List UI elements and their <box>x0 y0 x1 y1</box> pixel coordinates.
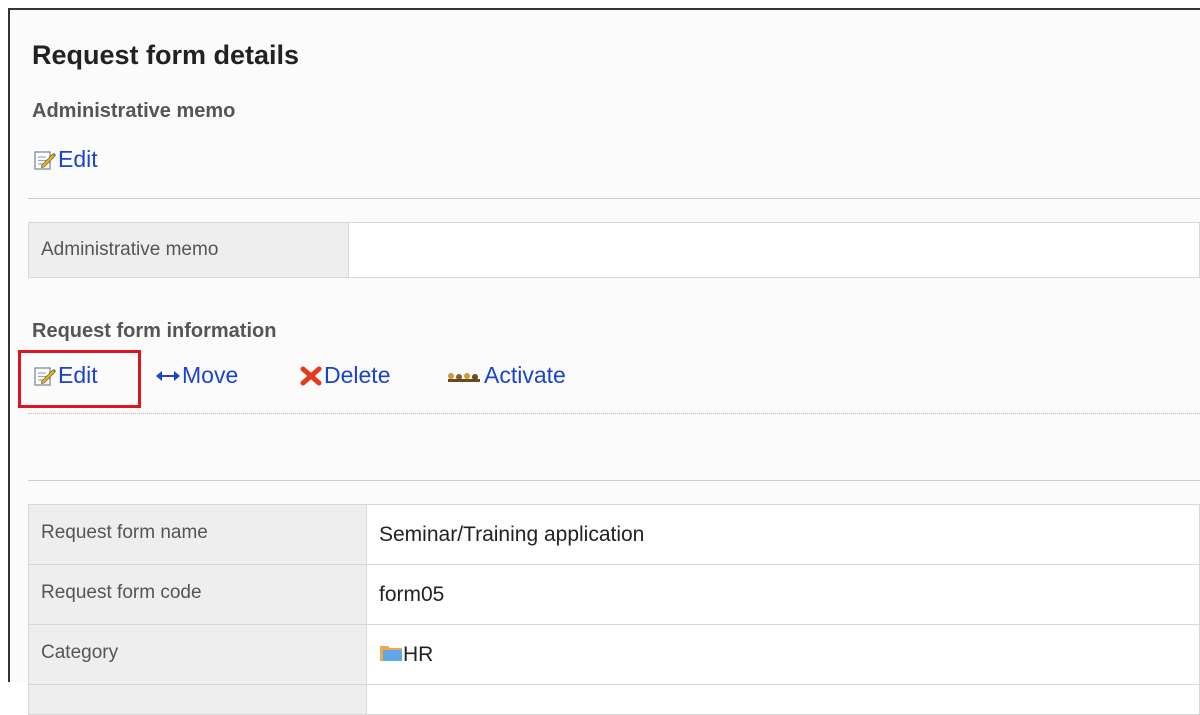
row-value-category: HR <box>366 624 1200 685</box>
admin-memo-label: Administrative memo <box>29 223 349 277</box>
row-label-empty <box>28 684 367 715</box>
edit-link[interactable]: Edit <box>34 362 98 389</box>
table-row: Request form code form05 <box>28 564 1200 625</box>
row-value-empty <box>366 684 1200 715</box>
activate-icon <box>446 369 482 383</box>
admin-memo-table: Administrative memo <box>28 222 1200 278</box>
page-title: Request form details <box>32 40 300 70</box>
admin-memo-heading: Administrative memo <box>32 100 236 122</box>
admin-memo-edit-link[interactable]: Edit <box>34 146 98 173</box>
move-link[interactable]: Move <box>156 362 238 389</box>
row-label-code: Request form code <box>28 564 367 625</box>
admin-memo-value <box>349 223 1199 277</box>
admin-memo-edit-label: Edit <box>58 146 98 172</box>
category-value: HR <box>403 642 434 666</box>
row-value-name: Seminar/Training application <box>366 504 1200 565</box>
divider <box>28 480 1200 481</box>
edit-label: Edit <box>58 362 98 388</box>
delete-label: Delete <box>324 362 391 388</box>
edit-pencil-icon <box>34 366 56 386</box>
page-frame: Request form details Administrative memo… <box>8 8 1200 715</box>
row-label-category: Category <box>28 624 367 685</box>
table-row: Category HR <box>28 624 1200 685</box>
activate-link[interactable]: Activate <box>446 362 566 389</box>
edit-pencil-icon <box>34 150 56 170</box>
divider <box>28 198 1200 199</box>
move-label: Move <box>182 362 239 388</box>
row-value-code: form05 <box>366 564 1200 625</box>
table-row: Request form name Seminar/Training appli… <box>28 504 1200 565</box>
request-form-info-table: Request form name Seminar/Training appli… <box>28 504 1200 715</box>
delete-link[interactable]: Delete <box>300 362 390 389</box>
row-label-name: Request form name <box>28 504 367 565</box>
request-form-toolbar: Edit Move Delete Activate <box>18 350 1200 414</box>
table-row <box>28 684 1200 715</box>
request-form-info-heading: Request form information <box>32 320 277 342</box>
activate-label: Activate <box>484 362 566 388</box>
move-arrows-icon <box>156 369 180 383</box>
delete-x-icon <box>300 366 322 386</box>
folder-icon <box>379 642 403 668</box>
